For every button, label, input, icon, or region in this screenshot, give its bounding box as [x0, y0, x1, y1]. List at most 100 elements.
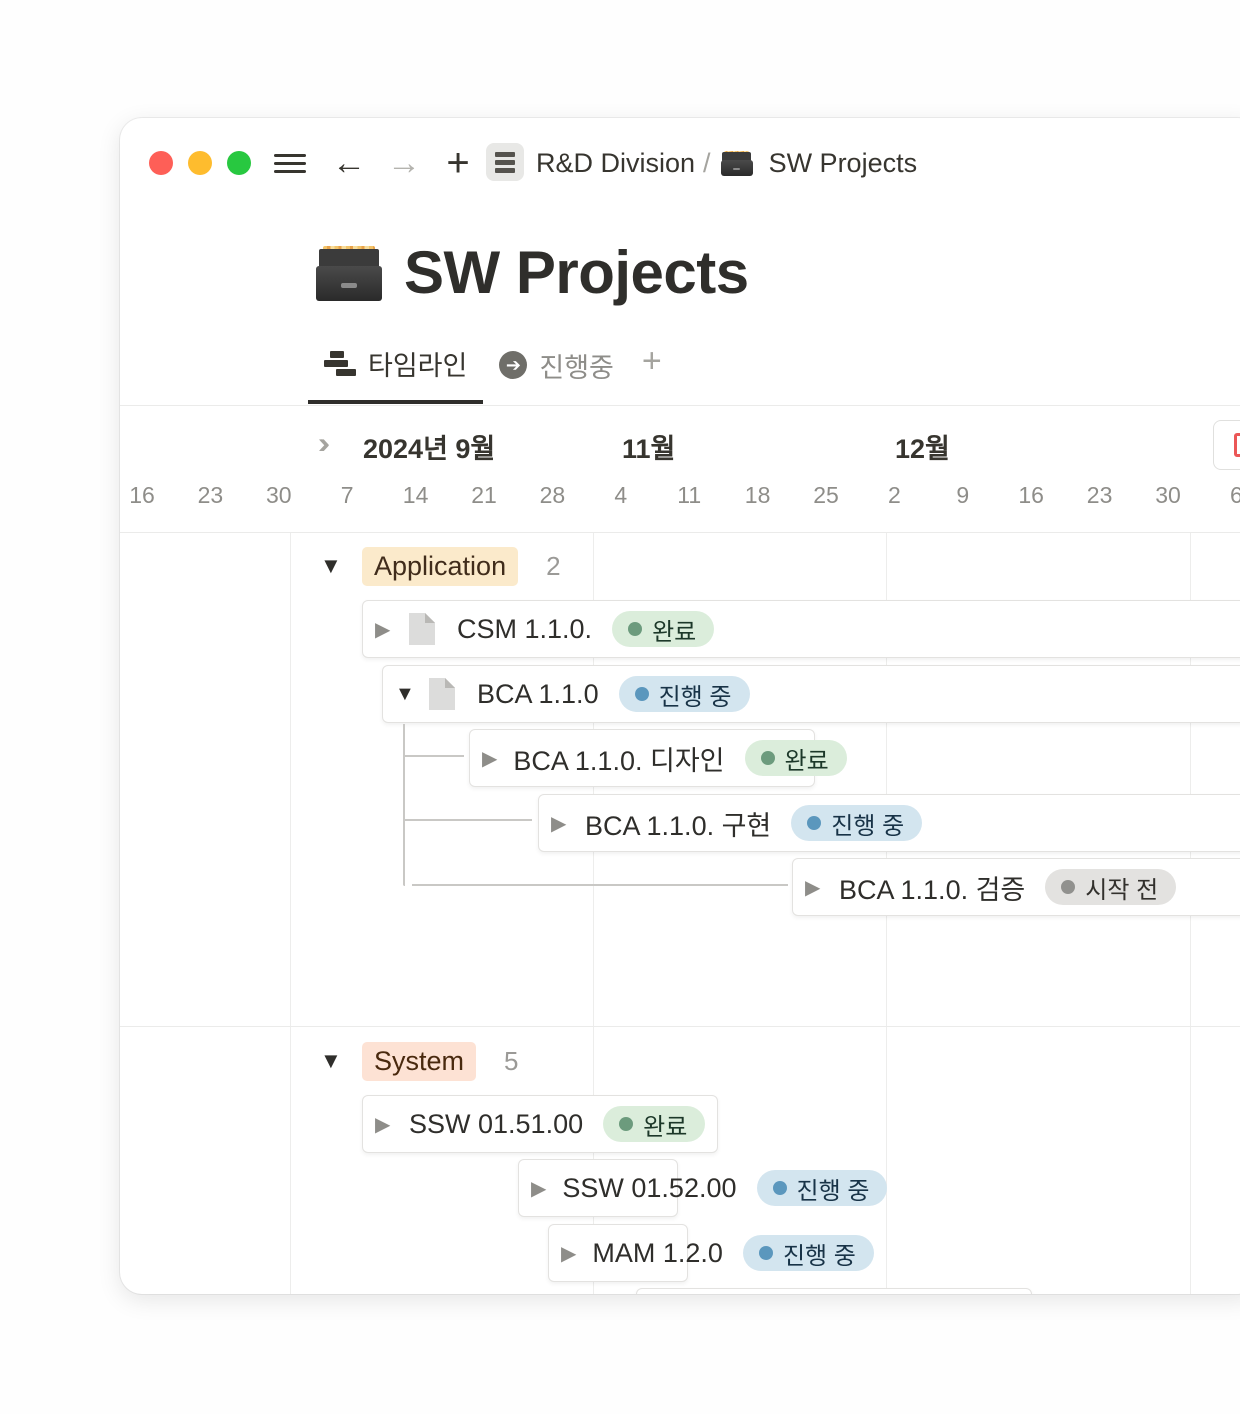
caret-down-icon[interactable]: ▼ [395, 683, 415, 706]
status-badge: 진행 중 [756, 1170, 888, 1206]
task-title: BCA 1.1.0 [477, 678, 599, 709]
card-file-box-icon [720, 150, 753, 176]
day-label: 2 [887, 482, 901, 508]
task-bar[interactable]: ▶ BCA 1.1.0. 디자인 완료 [469, 729, 847, 787]
task-bar[interactable]: ▶ SSW 01.52.00 진행 중 [518, 1159, 888, 1217]
tab-label: 타임라인 [368, 350, 468, 381]
card-file-box-icon[interactable] [316, 245, 382, 301]
arrow-circle-icon: ➔ [499, 351, 528, 379]
caret-right-icon[interactable]: ▶ [531, 1176, 546, 1201]
subtask-connector [404, 819, 532, 821]
day-label: 9 [956, 482, 970, 508]
day-label: 4 [614, 482, 628, 508]
day-label: 21 [471, 482, 497, 508]
tab-timeline[interactable]: 타임라인 [308, 342, 484, 404]
task-bar[interactable]: ▶ MAM 1.2.0 진행 중 [548, 1224, 874, 1282]
day-label: 30 [266, 482, 292, 508]
day-label: 6 [1229, 482, 1240, 508]
task-title: BCA 1.1.0. 구현 [585, 810, 772, 841]
month-label: 12월 [895, 434, 950, 464]
task-bar[interactable]: ▶ SSW 01.51.00 완료 [362, 1095, 718, 1153]
subtask-connector [412, 884, 788, 886]
month-header: ›› 2024년 9월 11월 12월 [120, 423, 1240, 467]
day-label: 16 [129, 482, 155, 508]
subtask-connector [404, 755, 464, 757]
task-title: SSW 01.51.00 [409, 1108, 584, 1139]
status-badge: 시작 전 [1045, 869, 1177, 905]
day-label: 23 [1086, 482, 1113, 508]
task-title: SSW 01.52.00 [562, 1172, 737, 1203]
month-label: 11월 [622, 434, 676, 464]
group-divider [120, 1026, 1240, 1027]
caret-right-icon[interactable]: ▶ [561, 1241, 576, 1266]
task-bar[interactable]: ▶ BCA 1.1.0. 검증 시작 전 [792, 858, 1240, 916]
caret-right-icon[interactable]: ▶ [375, 617, 393, 642]
status-badge: 진행 중 [742, 1235, 874, 1271]
caret-right-icon[interactable]: ▶ [551, 811, 569, 836]
caret-right-icon[interactable]: ▶ [482, 746, 497, 771]
task-title: MAM 1.2.0 [592, 1237, 723, 1268]
task-bar[interactable]: ▼ BCA 1.1.0 진행 중 [382, 665, 1240, 723]
breadcrumb-parent[interactable]: R&D Division [536, 148, 695, 179]
status-badge: 진행 중 [618, 676, 750, 712]
back-arrow-icon[interactable]: ← [329, 142, 369, 184]
page-icon [409, 613, 435, 645]
task-title: BCA 1.1.0. 검증 [839, 874, 1026, 905]
forward-arrow-icon[interactable]: → [384, 142, 424, 184]
status-badge: 완료 [603, 1106, 706, 1142]
caret-down-icon[interactable]: ▼ [320, 553, 342, 579]
group-header-system[interactable]: ▼ System 5 [320, 1041, 519, 1081]
group-count: 2 [546, 550, 561, 581]
month-label: 2024년 9월 [363, 434, 496, 464]
task-bar[interactable] [636, 1288, 1032, 1294]
day-label: 11 [677, 482, 702, 508]
day-label: 16 [1018, 482, 1044, 508]
day-label: 30 [1155, 482, 1181, 508]
group-tag: System [362, 1041, 477, 1081]
new-page-icon[interactable]: + [438, 141, 478, 185]
caret-right-icon[interactable]: ▶ [805, 875, 823, 900]
day-label: 28 [539, 482, 566, 508]
close-window-button[interactable] [149, 151, 173, 175]
double-chevron-icon[interactable]: ›› [318, 427, 330, 461]
minimize-window-button[interactable] [188, 151, 212, 175]
view-tabs: 타임라인 ➔ 진행중 + [308, 342, 662, 406]
maximize-window-button[interactable] [227, 151, 251, 175]
group-count: 5 [504, 1045, 519, 1076]
group-tag: Application [362, 546, 519, 586]
week-header: 16 23 30 7 14 21 28 4 11 18 25 2 9 16 23 30 6 [120, 482, 1240, 512]
page-header: SW Projects [316, 238, 749, 307]
subtask-connector [403, 724, 405, 886]
day-label: 25 [813, 482, 839, 508]
status-badge: 진행 중 [791, 805, 923, 841]
caret-down-icon[interactable]: ▼ [320, 1048, 342, 1074]
timeline-icon [324, 349, 356, 377]
page-icon [429, 678, 455, 710]
database-icon [486, 143, 524, 181]
add-view-button[interactable]: + [630, 342, 662, 381]
tab-label: 진행중 [539, 352, 614, 383]
calendar-icon[interactable] [1213, 420, 1240, 470]
app-window: ← → + R&D Division / SW Projects SW Proj… [120, 118, 1240, 1294]
group-header-application[interactable]: ▼ Application 2 [320, 546, 561, 586]
breadcrumb-current[interactable]: SW Projects [769, 148, 918, 179]
breadcrumb-separator: / [703, 147, 711, 178]
task-bar[interactable]: ▶ CSM 1.1.0. 완료 [362, 600, 1240, 658]
menu-icon[interactable] [272, 142, 308, 184]
divider [120, 532, 1240, 533]
page-title[interactable]: SW Projects [404, 238, 749, 307]
grid-line [290, 533, 291, 1294]
day-label: 7 [340, 482, 354, 508]
task-bar[interactable]: ▶ BCA 1.1.0. 구현 진행 중 [538, 794, 1240, 852]
tab-in-progress[interactable]: ➔ 진행중 [483, 342, 630, 388]
task-title: CSM 1.1.0. [457, 613, 593, 644]
day-label: 14 [402, 482, 429, 508]
day-label: 23 [197, 482, 224, 508]
status-badge: 완료 [612, 611, 715, 647]
task-title: BCA 1.1.0. 디자인 [513, 745, 725, 776]
breadcrumb: R&D Division / SW Projects [536, 143, 917, 183]
day-label: 18 [744, 482, 771, 508]
status-badge: 완료 [744, 740, 847, 776]
divider [120, 405, 1240, 406]
caret-right-icon[interactable]: ▶ [375, 1112, 393, 1137]
